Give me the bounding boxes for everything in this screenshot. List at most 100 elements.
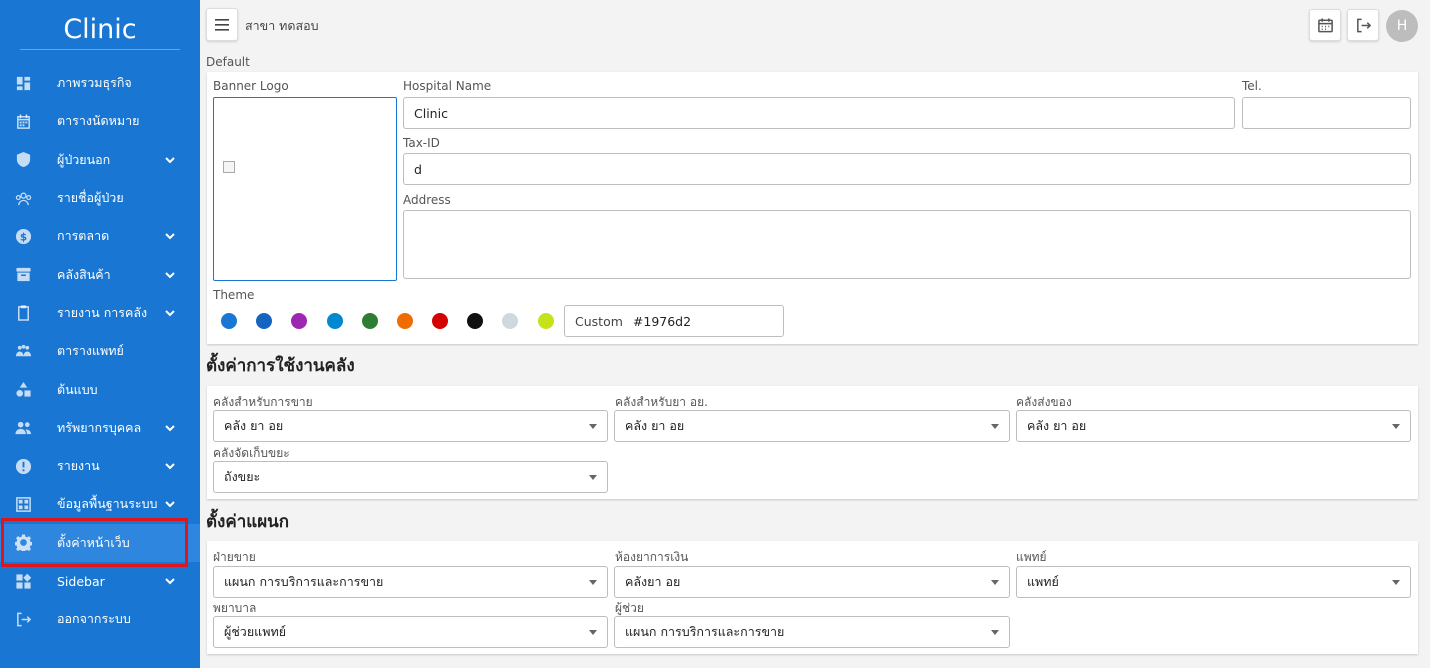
default-settings-card: Banner Logo Hospital Name Clinic Tel. Ta…	[207, 72, 1418, 344]
theme-label: Theme	[213, 288, 255, 302]
theme-color-swatch[interactable]	[256, 313, 272, 329]
theme-color-swatch[interactable]	[397, 313, 413, 329]
shield-icon	[14, 151, 32, 169]
sales-dept-label: ฝ่ายขาย	[213, 550, 256, 564]
archive-icon	[14, 266, 32, 284]
theme-color-swatch[interactable]	[467, 313, 483, 329]
theme-color-swatch[interactable]	[291, 313, 307, 329]
sidebar-item-label: ผู้ป่วยนอก	[57, 151, 111, 167]
doctor-label: แพทย์	[1016, 550, 1047, 564]
theme-color-swatch[interactable]	[362, 313, 378, 329]
chevron-down-icon	[164, 269, 176, 281]
chevron-down-icon	[164, 498, 176, 510]
sidebar-item-label: ทรัพยากรบุคคล	[57, 419, 142, 435]
theme-color-swatch[interactable]	[538, 313, 554, 329]
sidebar: Clinic ภาพรวมธุรกิจตารางนัดหมายผู้ป่วยนอ…	[0, 0, 200, 668]
sales-warehouse-value: คลัง ยา อย	[224, 418, 284, 433]
address-label: Address	[403, 193, 451, 207]
default-section-label: Default	[206, 55, 250, 69]
sidebar-item-15[interactable]: ออกจากระบบ	[0, 600, 200, 638]
people-icon	[14, 189, 32, 207]
pharmacy-finance-select[interactable]: คลังยา อย	[614, 566, 1010, 598]
address-textarea[interactable]	[403, 210, 1411, 279]
sales-dept-select[interactable]: แผนก การบริการและการขาย	[213, 566, 608, 598]
group-icon	[14, 419, 32, 437]
grid-icon	[14, 495, 32, 513]
chevron-down-icon	[164, 460, 176, 472]
dropdown-caret-icon	[589, 580, 597, 585]
sidebar-item-8[interactable]: ตารางแพทย์	[0, 332, 200, 370]
dropdown-caret-icon	[991, 630, 999, 635]
alert-icon	[14, 457, 32, 475]
theme-color-swatch[interactable]	[432, 313, 448, 329]
theme-color-swatch[interactable]	[327, 313, 343, 329]
sidebar-item-label: ออกจากระบบ	[57, 611, 131, 627]
chevron-down-icon	[164, 307, 176, 319]
shapes-icon	[14, 381, 32, 399]
fda-warehouse-value: คลัง ยา อย	[625, 418, 685, 433]
doctor-select[interactable]: แพทย์	[1016, 566, 1411, 598]
menu-toggle-button[interactable]	[206, 8, 238, 41]
tel-input[interactable]	[1242, 97, 1411, 129]
sidebar-item-label: ข้อมูลพื้นฐานระบบ	[57, 496, 158, 512]
custom-color-input[interactable]: Custom #1976d2	[564, 305, 784, 337]
dropdown-caret-icon	[589, 424, 597, 429]
sidebar-item-label: รายงาน การคลัง	[57, 304, 148, 320]
shipping-warehouse-select[interactable]: คลัง ยา อย	[1016, 410, 1411, 442]
waste-warehouse-select[interactable]: ถังขยะ	[213, 461, 608, 493]
sidebar-item-2[interactable]: ตารางนัดหมาย	[0, 102, 200, 140]
dropdown-caret-icon	[589, 475, 597, 480]
pharmacy-finance-value: คลังยา อย	[625, 574, 681, 589]
sidebar-item-1[interactable]: ภาพรวมธุรกิจ	[0, 64, 200, 102]
svg-text:$: $	[19, 231, 26, 243]
sidebar-item-9[interactable]: ต้นแบบ	[0, 370, 200, 408]
dropdown-caret-icon	[991, 580, 999, 585]
topbar: สาขา ทดสอบ H	[200, 0, 1430, 50]
dollar-icon: $	[14, 227, 32, 245]
sidebar-item-label: ตารางนัดหมาย	[57, 113, 140, 129]
selection-highlight-box	[1, 518, 188, 567]
brand-title: Clinic	[20, 0, 180, 50]
main-content: Default Banner Logo Hospital Name Clinic…	[200, 50, 1430, 668]
sidebar-item-label: รายงาน	[57, 458, 100, 474]
dashboard-icon	[14, 74, 32, 92]
assistant-select[interactable]: แผนก การบริการและการขาย	[614, 616, 1010, 648]
calendar-button[interactable]	[1309, 9, 1341, 41]
tax-id-input[interactable]: d	[403, 153, 1411, 185]
chevron-down-icon	[164, 154, 176, 166]
waste-warehouse-value: ถังขยะ	[224, 469, 261, 484]
sales-warehouse-select[interactable]: คลัง ยา อย	[213, 410, 608, 442]
banner-logo-upload[interactable]	[213, 97, 397, 281]
sidebar-item-14[interactable]: Sidebar	[0, 562, 200, 600]
broken-image-icon	[223, 161, 235, 173]
shipping-warehouse-value: คลัง ยา อย	[1027, 418, 1087, 433]
sidebar-item-4[interactable]: รายชื่อผู้ป่วย	[0, 179, 200, 217]
hospital-name-input[interactable]: Clinic	[403, 97, 1235, 129]
nurse-select[interactable]: ผู้ช่วยแพทย์	[213, 616, 608, 648]
sidebar-item-label: ต้นแบบ	[57, 381, 98, 397]
banner-logo-label: Banner Logo	[213, 79, 289, 93]
custom-color-value: #1976d2	[632, 313, 692, 329]
fda-warehouse-select[interactable]: คลัง ยา อย	[614, 410, 1010, 442]
calendar-icon	[1317, 17, 1333, 32]
user-avatar[interactable]: H	[1386, 10, 1418, 42]
sidebar-item-10[interactable]: ทรัพยากรบุคคล	[0, 409, 200, 447]
pharmacy-finance-label: ห้องยาการเงิน	[615, 550, 689, 564]
department-section-title: ตั้งค่าแผนก	[206, 512, 290, 532]
sidebar-item-5[interactable]: $ การตลาด	[0, 217, 200, 255]
theme-color-swatch[interactable]	[502, 313, 518, 329]
sidebar-item-6[interactable]: คลังสินค้า	[0, 255, 200, 293]
department-settings-card: ฝ่ายขาย แผนก การบริการและการขาย ห้องยากา…	[207, 541, 1418, 654]
theme-color-swatch[interactable]	[221, 313, 237, 329]
branch-name: สาขา ทดสอบ	[245, 18, 319, 33]
chevron-down-icon	[164, 575, 176, 587]
sidebar-item-11[interactable]: รายงาน	[0, 447, 200, 485]
warehouse-section-title: ตั้งค่าการใช้งานคลัง	[206, 356, 355, 376]
sidebar-item-7[interactable]: รายงาน การคลัง	[0, 294, 200, 332]
chevron-down-icon	[164, 230, 176, 242]
logout-button[interactable]	[1347, 9, 1379, 41]
sidebar-item-3[interactable]: ผู้ป่วยนอก	[0, 141, 200, 179]
sales-dept-value: แผนก การบริการและการขาย	[224, 574, 384, 589]
sidebar-item-label: ตารางแพทย์	[57, 343, 124, 359]
chevron-down-icon	[164, 422, 176, 434]
